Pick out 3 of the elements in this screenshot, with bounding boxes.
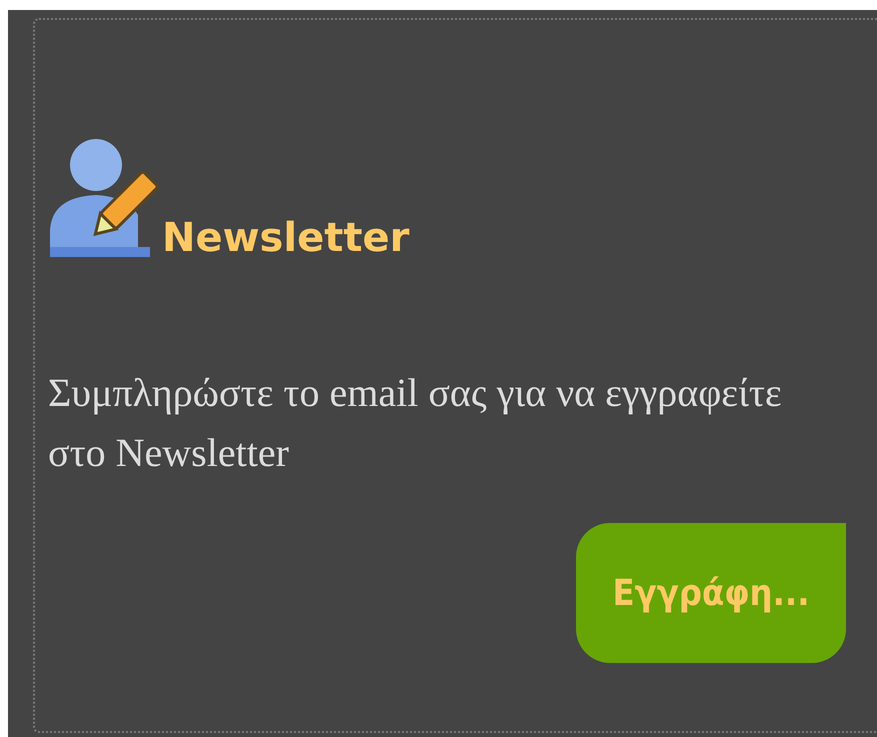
subscribe-button[interactable]: Εγγράφη... [576, 523, 846, 663]
widget-title: Newsletter [162, 215, 410, 261]
newsletter-description: Συμπληρώστε το email σας για να εγγραφείτε στο Newsletter [48, 369, 783, 477]
